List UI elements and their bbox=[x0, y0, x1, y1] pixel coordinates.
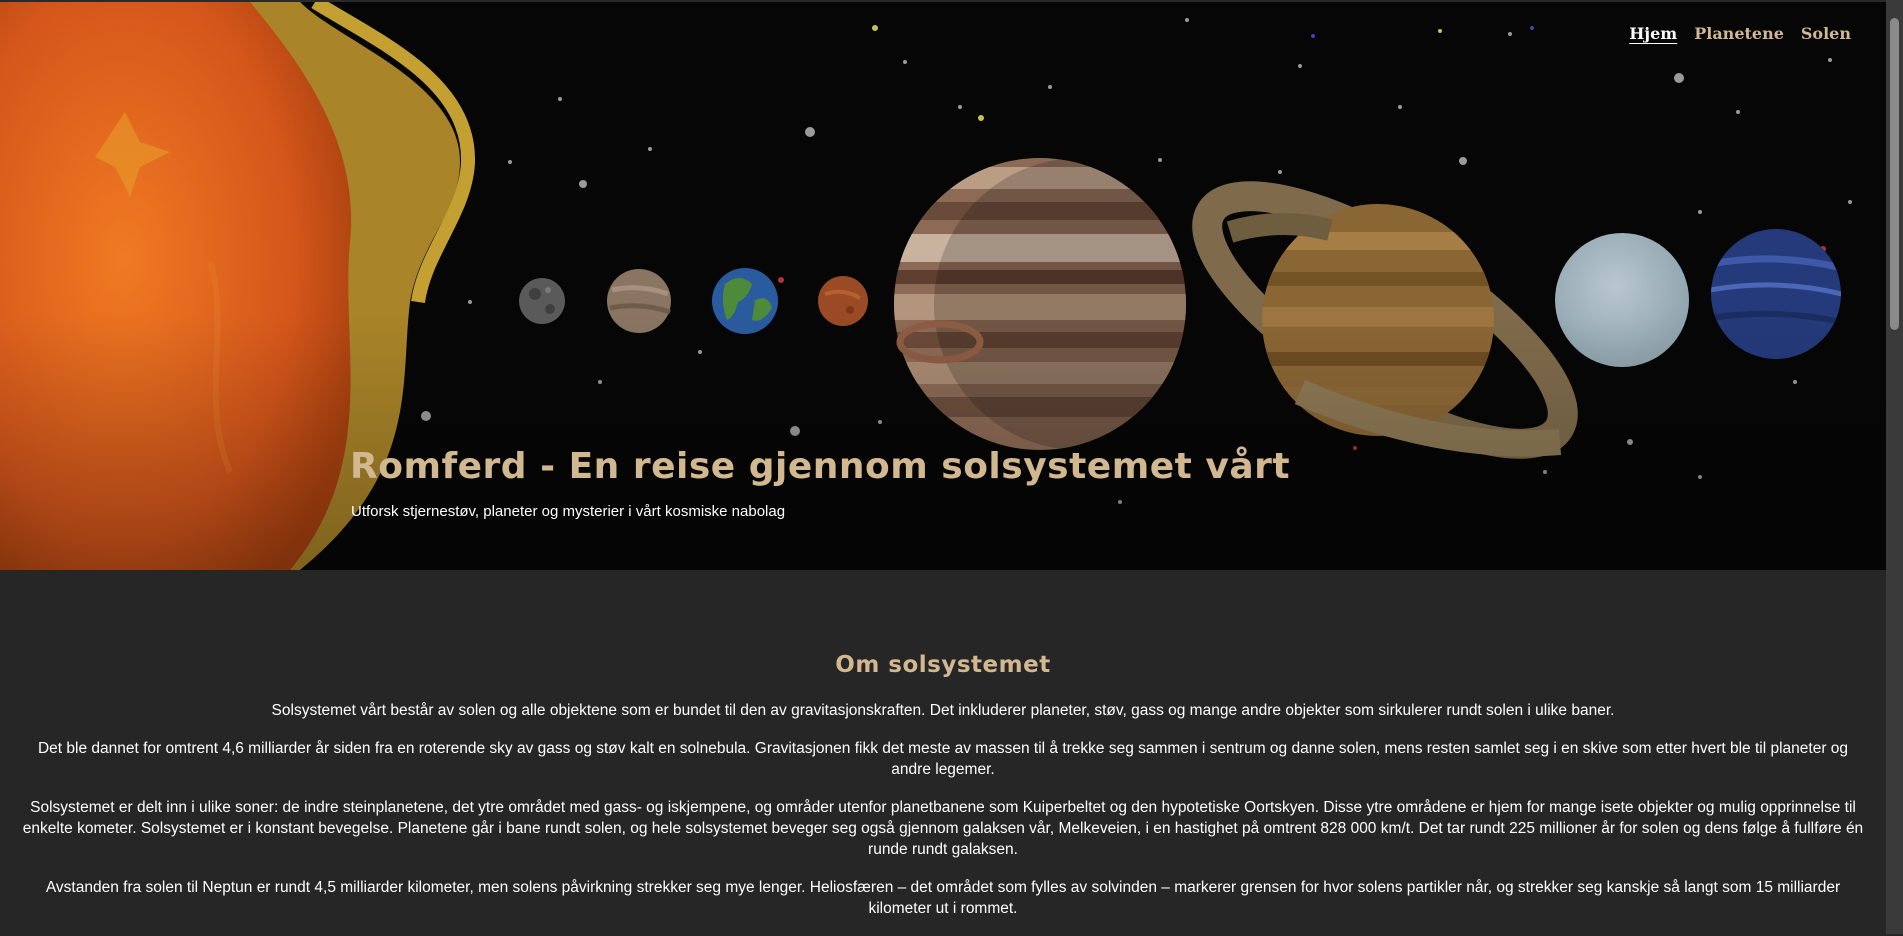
about-section: Om solsystemet Solsystemet vårt består a… bbox=[0, 568, 1886, 934]
about-heading: Om solsystemet bbox=[835, 652, 1051, 678]
about-paragraph: Avstanden fra solen til Neptun er rundt … bbox=[45, 879, 1841, 917]
nav-item-hjem[interactable]: Hjem bbox=[1629, 24, 1677, 43]
main-nav: Hjem Planetene Solen bbox=[1629, 24, 1851, 43]
scrollbar-thumb[interactable] bbox=[1890, 18, 1899, 330]
about-paragraph: Solsystemet vårt består av solen og alle… bbox=[271, 702, 1615, 719]
about-paragraph: Det ble dannet for omtrent 4,6 milliarde… bbox=[37, 740, 1849, 778]
page-title: Romferd - En reise gjennom solsystemet v… bbox=[350, 446, 1291, 487]
page-subtitle: Utforsk stjernestøv, planeter og mysteri… bbox=[351, 503, 786, 520]
nav-item-solen[interactable]: Solen bbox=[1801, 24, 1851, 43]
about-text: Solsystemet vårt består av solen og alle… bbox=[18, 700, 1868, 936]
hero-banner: Hjem Planetene Solen Romferd - En reise … bbox=[0, 0, 1886, 570]
page-scrollbar[interactable] bbox=[1886, 0, 1903, 934]
about-paragraph: Solsystemet er delt inn i ulike soner: d… bbox=[22, 799, 1864, 858]
nav-item-planetene[interactable]: Planetene bbox=[1694, 24, 1784, 43]
